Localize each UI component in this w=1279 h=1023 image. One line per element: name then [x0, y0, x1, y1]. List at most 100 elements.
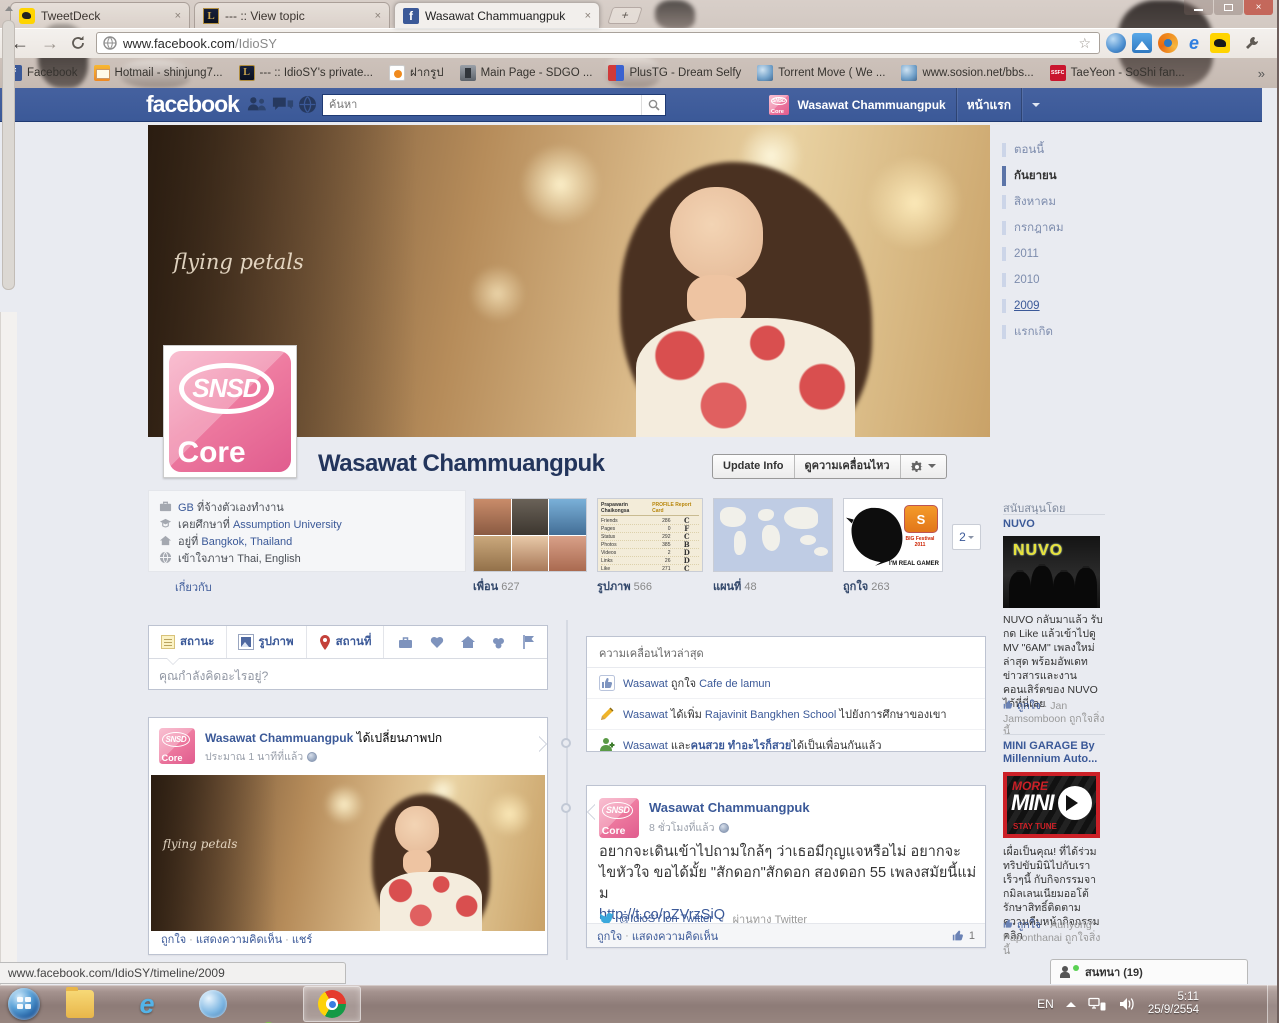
bookmark-facebook[interactable]: fFacebook	[6, 65, 78, 81]
settings-gear-button[interactable]	[901, 455, 946, 478]
update-info-button[interactable]: Update Info	[713, 455, 795, 478]
tab-close-icon[interactable]: ×	[375, 10, 381, 22]
messenger-taskbar-icon[interactable]	[261, 1018, 289, 1023]
share-link[interactable]: แชร์	[292, 934, 312, 946]
bookmarks-overflow-chevron[interactable]: »	[1258, 66, 1265, 81]
ad-nuvo-title[interactable]: NUVO	[1003, 518, 1107, 531]
post-timestamp[interactable]: ประมาณ 1 นาทีที่แล้ว	[205, 748, 303, 765]
life-event-home-icon[interactable]	[461, 635, 476, 649]
home-link[interactable]: หน้าแรก	[967, 96, 1011, 115]
close-button[interactable]: ×	[1244, 0, 1273, 15]
bookmark-sdgo[interactable]: Main Page - SDGO ...	[459, 65, 592, 81]
friends-tile[interactable]	[473, 498, 587, 572]
show-desktop-button[interactable]	[1267, 985, 1277, 1023]
reload-button[interactable]	[66, 31, 90, 55]
map-label[interactable]: แผนที่ 48	[713, 577, 757, 595]
bookmark-taeyeon[interactable]: SSFC TaeYeon - SoShi fan...	[1049, 65, 1185, 81]
ie-taskbar-icon[interactable]: e	[133, 990, 161, 1018]
map-tile[interactable]	[713, 498, 833, 572]
school-link[interactable]: Assumption University	[233, 519, 342, 531]
tray-expand-icon[interactable]	[1065, 997, 1076, 1007]
life-event-work-icon[interactable]	[398, 636, 413, 649]
likes-label[interactable]: ถูกใจ 263	[843, 577, 890, 595]
bookmark-image-host[interactable]: ฝากรูป	[388, 64, 444, 82]
search-input[interactable]	[323, 95, 641, 115]
ad-like-link[interactable]: ถูกใจ	[1017, 919, 1041, 931]
like-link[interactable]: ถูกใจ	[597, 927, 622, 945]
extension-globe-icon[interactable]	[1106, 33, 1126, 53]
tab-close-icon[interactable]: ×	[175, 10, 181, 22]
forward-button[interactable]: →	[38, 31, 62, 55]
timeline-nav-now[interactable]: ตอนนี้	[1002, 140, 1044, 160]
network-icon[interactable]	[1088, 997, 1106, 1011]
ad-like-link[interactable]: ถูกใจ	[1017, 700, 1041, 712]
tab-view-topic[interactable]: L --- :: View topic ×	[194, 2, 390, 28]
timeline-nav-born[interactable]: แรกเกิด	[1002, 322, 1053, 342]
about-link[interactable]: เกี่ยวกับ	[175, 578, 212, 596]
browser-globe-taskbar-icon[interactable]	[199, 990, 227, 1018]
like-link[interactable]: ถูกใจ	[161, 934, 186, 946]
post-timestamp[interactable]: 8 ชั่วโมงที่แล้ว	[649, 819, 715, 836]
tiles-pager-button[interactable]: 2	[952, 524, 981, 550]
extension-bird-icon[interactable]	[1210, 33, 1230, 53]
minimize-button[interactable]	[1184, 0, 1213, 15]
composer-tab-status[interactable]: สถานะ	[149, 626, 228, 658]
tab-close-icon[interactable]: ×	[585, 10, 591, 22]
bookmark-plustg[interactable]: PlusTG - Dream Selfy	[608, 65, 741, 81]
facebook-logo[interactable]: facebook	[146, 91, 240, 118]
tab-facebook-active[interactable]: f Wasawat Chammuangpuk ×	[394, 2, 600, 28]
post-avatar[interactable]: SNSD Core	[599, 798, 639, 838]
photos-label[interactable]: รูปภาพ 566	[597, 577, 652, 595]
language-indicator[interactable]: EN	[1037, 997, 1054, 1011]
bookmark-star-icon[interactable]: ☆	[1074, 35, 1095, 52]
volume-icon[interactable]	[1118, 997, 1136, 1011]
object-link[interactable]: Rajavinit Bangkhen School	[705, 709, 836, 721]
chrome-taskbar-icon[interactable]	[318, 990, 346, 1018]
status-input[interactable]: คุณกำลังคิดอะไรอยู่?	[155, 665, 541, 684]
actor-link[interactable]: Wasawat	[623, 740, 668, 752]
friends-label[interactable]: เพื่อน 627	[473, 577, 520, 595]
timeline-nav-2010[interactable]: 2010	[1002, 270, 1040, 290]
chat-bar[interactable]: สนทนา (19)	[1050, 959, 1248, 984]
header-avatar[interactable]: SNSD Core	[769, 95, 790, 115]
bookmark-sosion[interactable]: www.sosion.net/bbs...	[901, 65, 1034, 81]
scroll-up-button[interactable]	[0, 0, 17, 17]
tab-tweetdeck[interactable]: TweetDeck ×	[10, 2, 190, 28]
messages-icon[interactable]	[272, 95, 294, 113]
work-link[interactable]: GB	[178, 502, 194, 514]
friend-link[interactable]: คนสวย ทำอะไรก็สวย	[691, 740, 792, 752]
timeline-nav-july[interactable]: กรกฎาคม	[1002, 218, 1064, 238]
omnibox[interactable]: www.facebook.com /IdioSY ☆	[96, 32, 1100, 54]
timeline-nav-2011[interactable]: 2011	[1002, 244, 1039, 264]
notifications-globe-icon[interactable]	[298, 95, 320, 113]
actor-link[interactable]: Wasawat	[623, 709, 668, 721]
activity-log-button[interactable]: ดูความเคลื่อนไหว	[795, 455, 901, 478]
ad-mini-title[interactable]: MINI GARAGE By Millennium Auto...	[1003, 740, 1107, 766]
object-link[interactable]: Cafe de lamun	[699, 678, 771, 690]
profile-picture[interactable]: SNSD Core	[163, 345, 297, 478]
account-menu-caret-icon[interactable]	[1032, 103, 1040, 111]
comment-link[interactable]: แสดงความคิดเห็น	[632, 927, 718, 945]
friend-requests-icon[interactable]	[246, 95, 268, 113]
start-button[interactable]	[8, 988, 40, 1020]
post-cover-image[interactable]: flying petals	[151, 775, 545, 931]
chrome-menu-wrench-icon[interactable]	[1244, 35, 1260, 51]
post-author-link[interactable]: Wasawat Chammuangpuk	[205, 731, 353, 745]
bookmark-hotmail[interactable]: Hotmail - shinjung7...	[93, 65, 223, 81]
actor-link[interactable]: Wasawat	[623, 678, 668, 690]
maximize-button[interactable]	[1214, 0, 1243, 15]
bookmark-forum[interactable]: L --- :: IdioSY's private...	[238, 65, 373, 81]
photos-tile[interactable]: Prapawarin Chaikongsa PROFILE Report Card…	[597, 498, 703, 572]
scrollbar-thumb[interactable]	[2, 20, 15, 290]
likes-tile[interactable]: S BIG Festival 2011 I'M REAL GAMER	[843, 498, 943, 572]
composer-tab-photo[interactable]: รูปภาพ	[227, 626, 307, 658]
comment-link[interactable]: แสดงความคิดเห็น	[196, 934, 282, 946]
timeline-nav-2009[interactable]: 2009	[1002, 296, 1040, 316]
extension-ie-icon[interactable]: e	[1184, 33, 1204, 53]
scrollbar[interactable]	[0, 6, 17, 1023]
header-profile-link[interactable]: Wasawat Chammuangpuk	[797, 98, 945, 112]
life-event-flag-icon[interactable]	[522, 635, 535, 649]
extension-swirl-icon[interactable]	[1158, 33, 1178, 53]
city-link[interactable]: Bangkok, Thailand	[201, 536, 292, 548]
ad-mini-image[interactable]: MORE MINI STAY TUNE	[1003, 772, 1100, 838]
